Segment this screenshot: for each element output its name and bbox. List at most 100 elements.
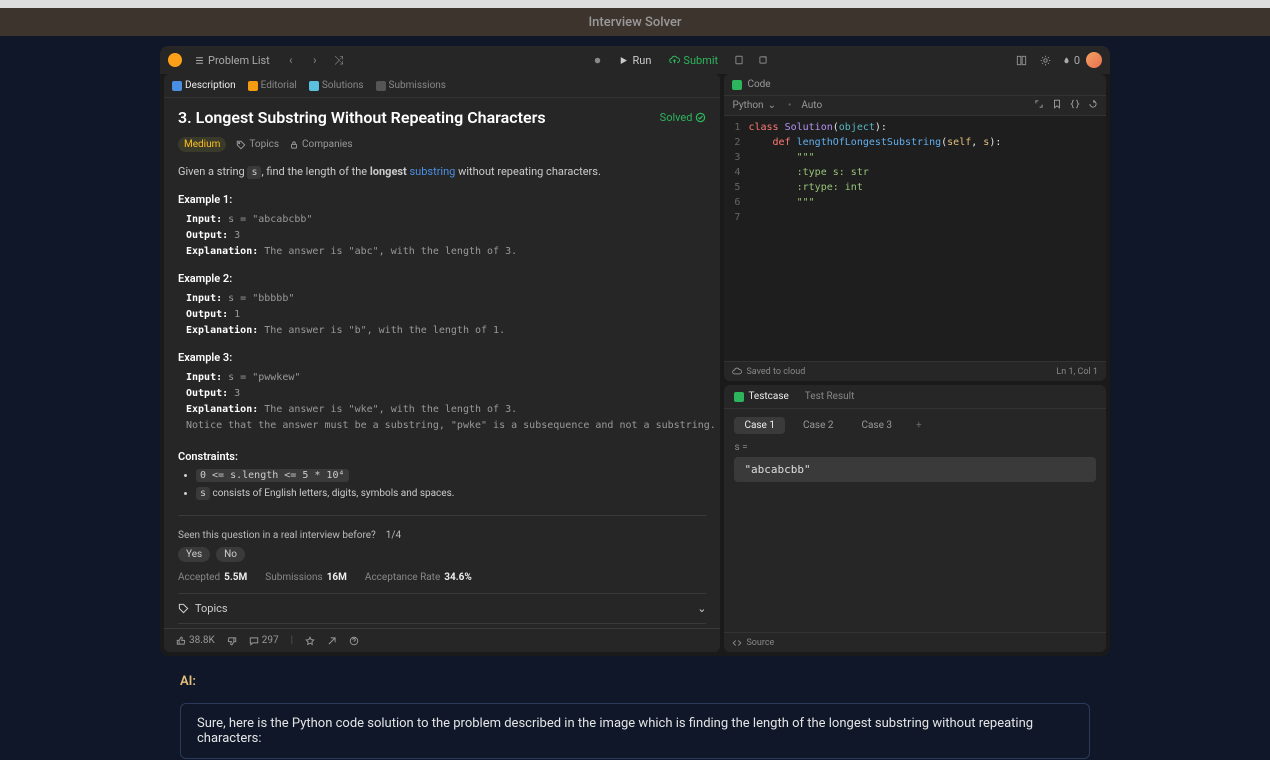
code-header: Code bbox=[724, 74, 1106, 96]
ai-response-text: Sure, here is the Python code solution t… bbox=[197, 716, 1033, 746]
code-editor[interactable]: 1234567 class Solution(object): def leng… bbox=[724, 116, 1106, 361]
tab-test-result[interactable]: Test Result bbox=[805, 391, 855, 402]
case-tab-2[interactable]: Case 2 bbox=[793, 417, 844, 434]
leetcode-logo-icon[interactable] bbox=[168, 53, 182, 67]
timer-button[interactable] bbox=[754, 51, 772, 69]
share-button[interactable] bbox=[327, 636, 337, 646]
likes-button[interactable]: 38.8K bbox=[176, 635, 215, 646]
leetcode-window: Problem List ‹ › ⤨ Run Submit bbox=[160, 46, 1110, 656]
difficulty-badge: Medium bbox=[178, 137, 226, 152]
yes-button[interactable]: Yes bbox=[178, 547, 210, 562]
case-tab-3[interactable]: Case 3 bbox=[851, 417, 902, 434]
tc-var-label: s = bbox=[734, 442, 1096, 453]
app-title: Interview Solver bbox=[588, 15, 681, 30]
chevron-down-icon: ⌄ bbox=[768, 100, 776, 111]
case-tabs: Case 1 Case 2 Case 3 + bbox=[724, 409, 1106, 442]
star-button[interactable] bbox=[305, 636, 315, 646]
expand-icon bbox=[1034, 99, 1044, 109]
example-label: Example 1: bbox=[178, 193, 706, 206]
description-icon bbox=[172, 81, 182, 91]
share-icon bbox=[327, 636, 337, 646]
ai-response-box: Sure, here is the Python code solution t… bbox=[180, 703, 1090, 759]
avatar[interactable] bbox=[1086, 52, 1102, 68]
clock-icon bbox=[376, 81, 386, 91]
external-icon bbox=[758, 55, 768, 65]
layout-icon bbox=[1016, 55, 1027, 66]
seen-question-label: Seen this question in a real interview b… bbox=[178, 530, 376, 541]
example-label: Example 3: bbox=[178, 351, 706, 364]
settings-button[interactable] bbox=[1037, 51, 1055, 69]
case-tab-1[interactable]: Case 1 bbox=[734, 417, 785, 434]
feedback-button[interactable] bbox=[349, 636, 359, 646]
tab-description[interactable]: Description bbox=[172, 80, 236, 91]
comment-icon bbox=[249, 636, 259, 646]
app-title-bar: Interview Solver bbox=[0, 8, 1270, 36]
add-case-button[interactable]: + bbox=[910, 417, 928, 434]
problem-list-button[interactable]: Problem List bbox=[188, 51, 276, 70]
format-button[interactable] bbox=[1034, 99, 1044, 112]
star-icon bbox=[305, 636, 315, 646]
question-icon bbox=[349, 636, 359, 646]
tab-testcase[interactable]: Testcase bbox=[734, 391, 788, 402]
tab-solutions[interactable]: Solutions bbox=[309, 80, 364, 91]
prev-problem-button[interactable]: ‹ bbox=[282, 53, 300, 67]
note-icon bbox=[734, 55, 744, 65]
braces-icon bbox=[1070, 99, 1080, 109]
testcase-panel: Testcase Test Result Case 1 Case 2 Case … bbox=[724, 385, 1106, 652]
stats-row: Accepted5.5M Submissions16M Acceptance R… bbox=[178, 572, 706, 583]
saved-label: Saved to cloud bbox=[732, 367, 805, 377]
debug-button[interactable] bbox=[588, 51, 606, 69]
code-panel: Code Python ⌄ • Auto bbox=[724, 74, 1106, 381]
thumbs-down-icon bbox=[227, 636, 237, 646]
substring-link[interactable]: substring bbox=[410, 165, 456, 178]
chevron-down-icon: ⌄ bbox=[697, 602, 706, 615]
cloud-icon bbox=[732, 367, 742, 377]
solved-badge: Solved bbox=[660, 111, 707, 124]
next-problem-button[interactable]: › bbox=[306, 53, 324, 67]
example-block: Input: s = "bbbbb" Output: 1 Explanation… bbox=[178, 291, 706, 339]
comments-button[interactable]: 297 bbox=[249, 635, 279, 646]
dislikes-button[interactable] bbox=[227, 636, 237, 646]
testcase-input[interactable]: "abcabcbb" bbox=[734, 457, 1096, 482]
description-panel: Description Editorial Solutions Submissi… bbox=[164, 74, 720, 652]
lock-icon bbox=[289, 140, 299, 150]
submit-button[interactable]: Submit bbox=[663, 51, 724, 70]
constraints-section: Constraints: 0 <= s.length <= 5 * 10⁴ s … bbox=[178, 450, 706, 501]
auto-label[interactable]: Auto bbox=[801, 100, 822, 111]
source-label[interactable]: Source bbox=[732, 638, 774, 648]
check-circle-icon bbox=[695, 112, 706, 123]
tab-editorial[interactable]: Editorial bbox=[248, 80, 297, 91]
shuffle-button[interactable]: ⤨ bbox=[330, 53, 348, 68]
tab-submissions[interactable]: Submissions bbox=[376, 80, 446, 91]
run-button[interactable]: Run bbox=[612, 51, 657, 70]
seen-count: 1/4 bbox=[386, 530, 401, 541]
braces-button[interactable] bbox=[1070, 99, 1080, 112]
description-footer: 38.8K 297 | bbox=[164, 628, 720, 652]
bookmark-icon bbox=[1052, 99, 1062, 109]
topics-collapse[interactable]: Topics ⌄ bbox=[178, 593, 706, 623]
flask-icon bbox=[309, 81, 319, 91]
check-icon bbox=[734, 392, 744, 402]
language-select[interactable]: Python bbox=[732, 100, 763, 111]
layout-button[interactable] bbox=[1013, 51, 1031, 69]
ai-label: AI: bbox=[180, 674, 1090, 689]
streak-counter[interactable]: 0 bbox=[1061, 54, 1080, 67]
description-content[interactable]: 3. Longest Substring Without Repeating C… bbox=[164, 98, 720, 628]
description-tabs: Description Editorial Solutions Submissi… bbox=[164, 74, 720, 98]
flame-icon bbox=[1061, 55, 1072, 66]
notes-button[interactable] bbox=[730, 51, 748, 69]
topbar: Problem List ‹ › ⤨ Run Submit bbox=[160, 46, 1110, 74]
cursor-position: Ln 1, Col 1 bbox=[1056, 367, 1098, 377]
no-button[interactable]: No bbox=[216, 547, 245, 562]
topics-link[interactable]: Topics bbox=[236, 139, 279, 150]
gear-icon bbox=[1040, 55, 1051, 66]
book-icon bbox=[248, 81, 258, 91]
reset-button[interactable] bbox=[1088, 99, 1098, 112]
constraint-item: 0 <= s.length <= 5 * 10⁴ bbox=[196, 469, 706, 483]
tag-icon bbox=[236, 140, 246, 150]
problem-title: 3. Longest Substring Without Repeating C… bbox=[178, 108, 546, 127]
bookmark-button[interactable] bbox=[1052, 99, 1062, 112]
companies-link[interactable]: Companies bbox=[289, 139, 352, 150]
code-icon bbox=[732, 80, 742, 90]
bug-icon bbox=[592, 55, 603, 66]
